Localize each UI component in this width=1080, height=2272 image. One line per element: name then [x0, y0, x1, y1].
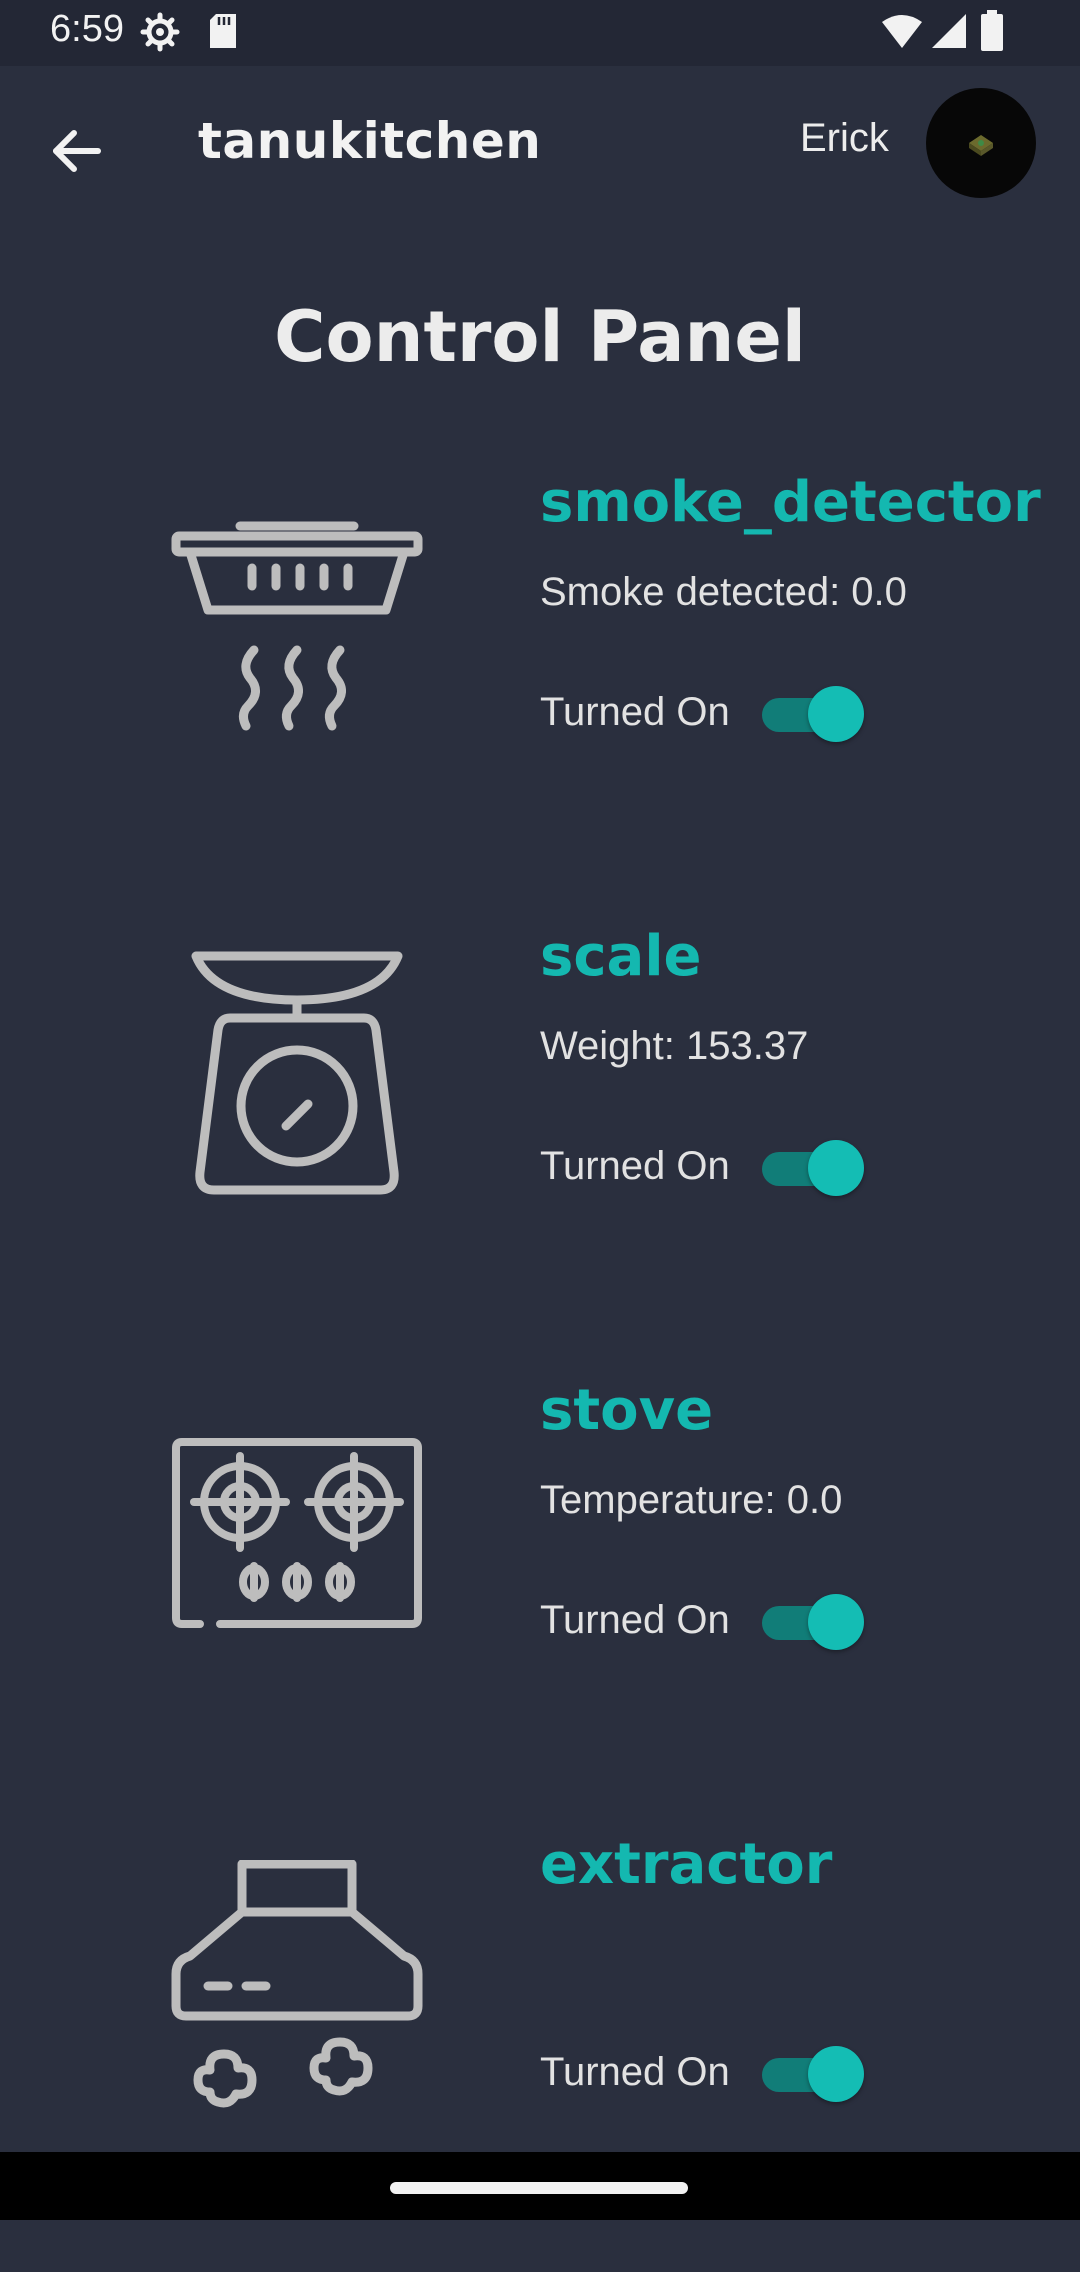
- smoke-detector-icon: [170, 500, 424, 754]
- device-card-stove: stove Temperature: 0.0 Turned On: [0, 1378, 1080, 1818]
- scale-icon: [170, 950, 424, 1204]
- power-toggle-scale[interactable]: [758, 1140, 864, 1196]
- page-title: Control Panel: [274, 296, 806, 378]
- status-time: 6:59: [50, 8, 124, 50]
- device-card-scale: scale Weight: 153.37 Turned On: [0, 924, 1080, 1364]
- toggle-thumb: [808, 686, 864, 742]
- toggle-label: Turned On: [540, 1144, 730, 1188]
- toggle-label: Turned On: [540, 690, 730, 734]
- arrow-left-icon: [53, 130, 101, 172]
- power-toggle-extractor[interactable]: [758, 2046, 864, 2102]
- settings-icon: [140, 12, 180, 52]
- device-name: scale: [540, 924, 702, 989]
- home-gesture-handle[interactable]: [390, 2182, 688, 2194]
- signal-icon: [928, 12, 968, 50]
- toggle-label: Turned On: [540, 2050, 730, 2094]
- power-toggle-smoke-detector[interactable]: [758, 686, 864, 742]
- device-name: smoke_detector: [540, 470, 1041, 535]
- device-card-smoke-detector: smoke_detector Smoke detected: 0.0 Turne…: [0, 470, 1080, 910]
- app-bar: tanukitchen Erick: [0, 66, 1080, 222]
- avatar-image: [969, 135, 993, 156]
- back-button[interactable]: [40, 114, 114, 188]
- battery-icon: [980, 10, 1004, 52]
- app-brand-title: tanukitchen: [198, 112, 542, 170]
- user-name[interactable]: Erick: [800, 116, 889, 161]
- device-name: stove: [540, 1378, 714, 1443]
- device-reading: Weight: 153.37: [540, 1024, 809, 1068]
- sd-card-icon: [208, 12, 238, 50]
- avatar[interactable]: [926, 88, 1036, 198]
- extractor-hood-icon: [170, 1860, 424, 2114]
- toggle-thumb: [808, 1140, 864, 1196]
- toggle-label: Turned On: [540, 1598, 730, 1642]
- device-reading: Smoke detected: 0.0: [540, 570, 907, 614]
- system-navigation-bar: [0, 2152, 1080, 2220]
- status-bar: 6:59: [0, 0, 1080, 66]
- toggle-thumb: [808, 2046, 864, 2102]
- wifi-icon: [880, 14, 924, 50]
- power-toggle-stove[interactable]: [758, 1594, 864, 1650]
- stove-icon: [170, 1434, 424, 1688]
- device-name: extractor: [540, 1832, 833, 1897]
- device-reading: Temperature: 0.0: [540, 1478, 843, 1522]
- toggle-thumb: [808, 1594, 864, 1650]
